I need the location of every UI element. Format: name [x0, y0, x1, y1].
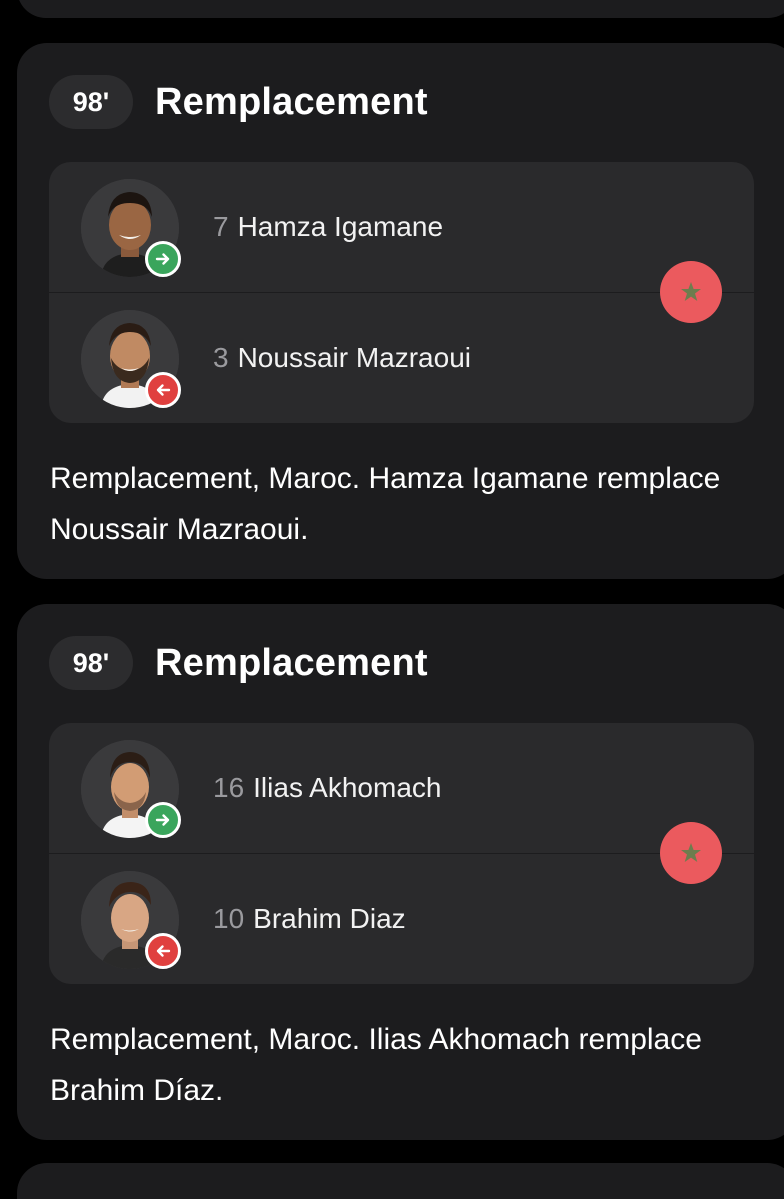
- player-in-label: 16 Ilias Akhomach: [213, 723, 441, 853]
- morocco-flag-icon: [681, 282, 701, 301]
- arrow-left-icon: [156, 945, 171, 957]
- shirt-number: 3: [213, 342, 229, 373]
- timeline: 98' Remplacement 7 Hamza Igamane 3 Nouss…: [0, 0, 784, 1199]
- shirt-number: 10: [213, 903, 245, 934]
- player-avatar: [81, 740, 181, 838]
- player-avatar: [81, 310, 181, 408]
- event-description: Remplacement, Maroc. Ilias Akhomach remp…: [50, 1023, 702, 1107]
- event-header: 98' Remplacement: [49, 75, 428, 129]
- player-name: Brahim Diaz: [253, 903, 406, 934]
- player-out-row[interactable]: 10 Brahim Diaz: [49, 854, 754, 984]
- event-header: 98' Remplacement: [49, 636, 428, 690]
- sub-out-badge: [145, 372, 181, 408]
- player-out-label: 3 Noussair Mazraoui: [213, 293, 471, 423]
- next-event-card: [17, 1163, 784, 1199]
- minute-badge: 98': [49, 636, 133, 690]
- player-in-label: 7 Hamza Igamane: [213, 162, 443, 292]
- sub-in-badge: [145, 802, 181, 838]
- player-name: Ilias Akhomach: [253, 772, 442, 803]
- player-avatar: [81, 179, 181, 277]
- shirt-number: 16: [213, 772, 245, 803]
- sub-out-badge: [145, 933, 181, 969]
- team-badge[interactable]: [660, 261, 722, 323]
- player-in-row[interactable]: 16 Ilias Akhomach: [49, 723, 754, 853]
- player-out-label: 10 Brahim Diaz: [213, 854, 406, 984]
- arrow-left-icon: [156, 384, 171, 396]
- players-box: 7 Hamza Igamane 3 Noussair Mazraoui: [49, 162, 754, 423]
- previous-event-card: [17, 0, 784, 18]
- player-name: Noussair Mazraoui: [237, 342, 471, 373]
- arrow-right-icon: [155, 253, 170, 265]
- arrow-right-icon: [155, 814, 170, 826]
- player-avatar: [81, 871, 181, 969]
- player-out-row[interactable]: 3 Noussair Mazraoui: [49, 293, 754, 423]
- minute-badge: 98': [49, 75, 133, 129]
- substitution-event-card[interactable]: 98' Remplacement: [17, 604, 784, 1140]
- event-title: Remplacement: [155, 80, 428, 123]
- morocco-flag-icon: [681, 843, 701, 862]
- team-badge[interactable]: [660, 822, 722, 884]
- shirt-number: 7: [213, 211, 229, 242]
- players-box: 16 Ilias Akhomach 10 Brahim Diaz: [49, 723, 754, 984]
- event-title: Remplacement: [155, 641, 428, 684]
- substitution-event-card[interactable]: 98' Remplacement: [17, 43, 784, 579]
- player-name: Hamza Igamane: [237, 211, 444, 242]
- player-in-row[interactable]: 7 Hamza Igamane: [49, 162, 754, 292]
- event-description: Remplacement, Maroc. Hamza Igamane rempl…: [50, 462, 721, 546]
- sub-in-badge: [145, 241, 181, 277]
